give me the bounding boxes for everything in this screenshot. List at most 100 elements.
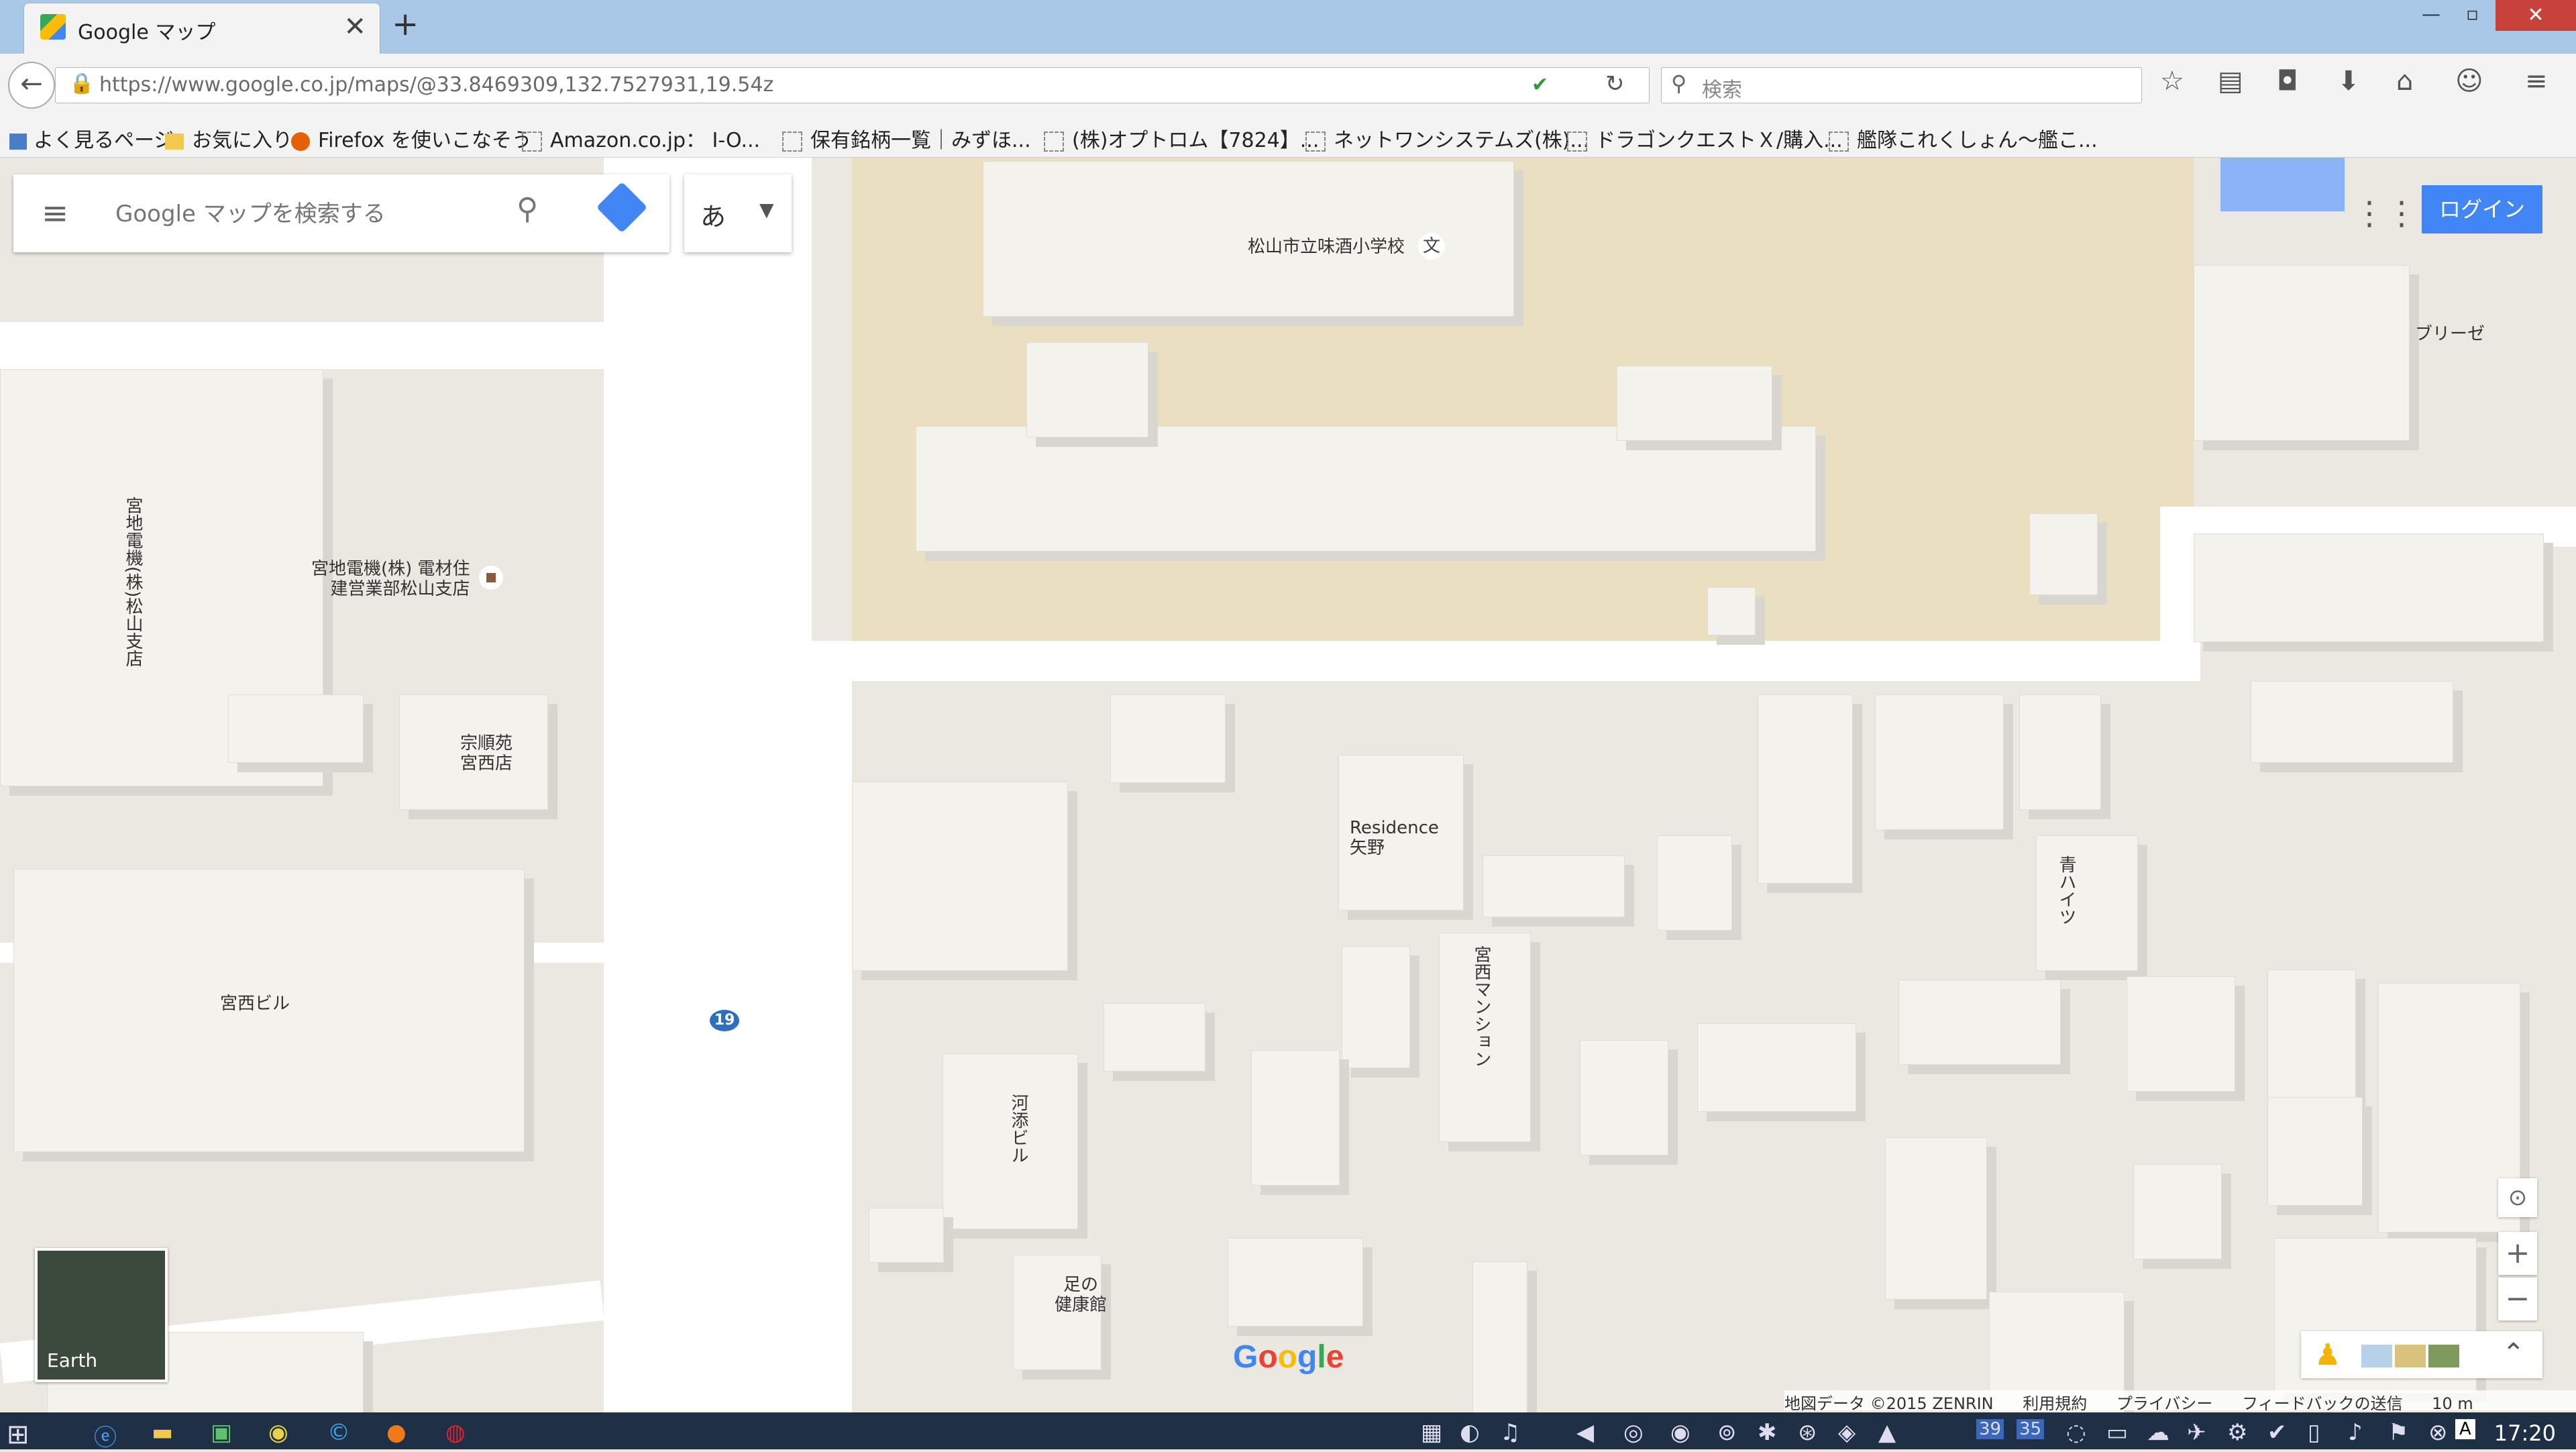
tray-icon[interactable]: ▭	[2106, 1419, 2128, 1446]
building	[852, 782, 1068, 971]
home-icon[interactable]: ⌂	[2396, 66, 2413, 97]
terms-link[interactable]: 利用規約	[2023, 1394, 2087, 1413]
building	[2019, 694, 2101, 810]
ime-icon[interactable]: A	[2455, 1419, 2475, 1439]
tray-icon[interactable]: ◉	[1670, 1419, 1690, 1446]
tray-icon[interactable]: ◌	[2066, 1419, 2086, 1446]
bookmark-item[interactable]: (株)オプトロム【7824】...	[1044, 123, 1319, 153]
explorer-icon[interactable]: ▬	[152, 1419, 173, 1446]
pegman-icon[interactable]: ♟	[2314, 1338, 2341, 1372]
directions-icon[interactable]	[596, 181, 648, 234]
bookmark-item[interactable]: ドラゴンクエストＸ/購入...	[1567, 123, 1843, 153]
cloud-icon[interactable]: ☁	[2147, 1419, 2169, 1446]
maps-search-input[interactable]	[114, 195, 492, 234]
imagery-thumb-2[interactable]	[2395, 1345, 2426, 1367]
tray-icon[interactable]: ♫	[1500, 1419, 1520, 1446]
app-icon[interactable]: ◍	[445, 1419, 466, 1446]
imagery-strip: ♟ ⌃	[2301, 1331, 2542, 1378]
pocket-icon[interactable]: ◘	[2277, 66, 2298, 97]
zoom-out-button[interactable]: −	[2498, 1278, 2537, 1320]
breeze-label: ブリーゼ	[2415, 324, 2485, 344]
volume-icon[interactable]: ◀	[1576, 1419, 1594, 1446]
my-location-button[interactable]: ⊙	[2498, 1178, 2537, 1217]
title-bar	[0, 0, 2576, 54]
tray-icon[interactable]: ⊚	[1717, 1419, 1737, 1446]
ccleaner-icon[interactable]: ©	[327, 1419, 350, 1446]
reading-list-icon[interactable]: ▤	[2218, 66, 2243, 97]
school-label: 松山市立味酒小学校	[1248, 237, 1405, 257]
building	[2251, 681, 2453, 763]
earth-toggle-button[interactable]: Earth	[35, 1248, 168, 1382]
start-button[interactable]: ⊞	[7, 1419, 30, 1450]
menu-icon[interactable]: ≡	[2525, 66, 2548, 97]
tab-close-icon[interactable]: ✕	[343, 11, 366, 42]
search-icon[interactable]: ⚲	[517, 192, 538, 226]
bookmark-item[interactable]: Firefox を使いこなそう	[291, 123, 532, 153]
reload-icon[interactable]: ↻	[1605, 70, 1625, 97]
imagery-thumb-1[interactable]	[2361, 1345, 2392, 1367]
feedback-link[interactable]: フィードバックの送信	[2242, 1394, 2403, 1413]
url-text: https://www.google.co.jp/maps/@33.846930…	[99, 73, 774, 97]
tray-icon[interactable]: ◐	[1460, 1419, 1480, 1446]
speaker-icon[interactable]: ♪	[2348, 1419, 2363, 1446]
building	[1707, 587, 1756, 635]
building	[1758, 694, 1853, 884]
residence-label: Residence 矢野	[1350, 818, 1439, 858]
building	[1580, 1040, 1668, 1155]
tray-icon[interactable]: ⊛	[1798, 1419, 1817, 1446]
ie-icon[interactable]: ⓔ	[94, 1419, 117, 1452]
bookmark-item[interactable]: 保有銘柄一覧｜みずほ...	[782, 123, 1031, 153]
tray-icon[interactable]: ◈	[1838, 1419, 1856, 1446]
tray-icon[interactable]: ✱	[1758, 1419, 1777, 1446]
hello-icon[interactable]: ☺	[2455, 66, 2483, 97]
back-button[interactable]: ←	[8, 62, 55, 109]
flag-icon[interactable]: ⚑	[2388, 1419, 2408, 1446]
main-road	[604, 158, 812, 1412]
bookmark-item[interactable]: Amazon.co.jp： I-O...	[522, 123, 760, 153]
bookmark-item[interactable]: 艦隊これくしょん〜艦こ...	[1829, 123, 2098, 153]
chevron-down-icon[interactable]: ▼	[759, 199, 774, 221]
privacy-link[interactable]: プライバシー	[2116, 1394, 2213, 1413]
tray-icon[interactable]: ✔	[2267, 1419, 2287, 1446]
input-tools-box[interactable]: あ ▼	[684, 174, 792, 252]
store-icon[interactable]: ▣	[211, 1419, 232, 1446]
tray-icon[interactable]: ⊗	[2428, 1419, 2448, 1446]
new-tab-button[interactable]: +	[392, 5, 419, 43]
ashi-label: 足の 健康館	[1055, 1275, 1108, 1315]
tray-badge-35[interactable]: 35	[2017, 1419, 2045, 1439]
map-canvas[interactable]: 松山市立味酒小学校 文 宮地電機(株)松山支店 宮地電機(株) 電材住 建営業部…	[0, 158, 2576, 1412]
maximize-button[interactable]: ▫	[2466, 3, 2479, 25]
hamburger-menu-icon[interactable]: ≡	[42, 195, 68, 232]
tab-google-maps[interactable]: Google マップ ✕	[23, 3, 380, 54]
imagery-thumb-3[interactable]	[2428, 1345, 2459, 1367]
browser-search-input[interactable]: ⚲ 検索	[1661, 67, 2142, 103]
tray-badge-39[interactable]: 39	[1976, 1419, 2004, 1439]
building	[1342, 946, 1410, 1068]
ime-hiragana-label[interactable]: あ	[700, 196, 726, 233]
tray-icon[interactable]: ▦	[1421, 1419, 1442, 1446]
firefox-taskbar-icon[interactable]: ●	[386, 1419, 407, 1446]
folder-icon	[165, 133, 184, 150]
lock-icon: 🔒	[69, 72, 95, 95]
zoom-in-button[interactable]: +	[2498, 1232, 2537, 1275]
tray-icon[interactable]: ▯	[2308, 1419, 2320, 1446]
minimize-button[interactable]: —	[2422, 3, 2440, 25]
close-window-button[interactable]: ✕	[2496, 0, 2576, 31]
page-icon	[1044, 131, 1064, 152]
bookmark-item[interactable]: お気に入り	[165, 123, 292, 153]
tray-icon[interactable]: ⚙	[2227, 1419, 2247, 1446]
download-icon[interactable]: ⬇	[2337, 66, 2360, 97]
url-bar[interactable]: 🔒 https://www.google.co.jp/maps/@33.8469…	[55, 67, 1650, 103]
login-button[interactable]: ログイン	[2422, 185, 2542, 234]
building	[2036, 835, 2138, 971]
bookmark-item[interactable]: ネットワンシステムズ(株)...	[1305, 123, 1589, 153]
chrome-icon[interactable]: ◉	[268, 1419, 288, 1446]
bookmark-item[interactable]: よく見るページ	[9, 123, 174, 153]
bookmark-star-icon[interactable]: ☆	[2160, 66, 2184, 97]
tray-icon[interactable]: ◎	[1623, 1419, 1644, 1446]
chevron-up-icon[interactable]: ⌃	[2502, 1338, 2525, 1369]
tray-icon[interactable]: ✈	[2187, 1419, 2206, 1446]
haitsu-label: 青ハイツ	[2056, 855, 2076, 925]
shop-icon	[479, 566, 503, 590]
tray-icon[interactable]: ▲	[1878, 1419, 1896, 1446]
